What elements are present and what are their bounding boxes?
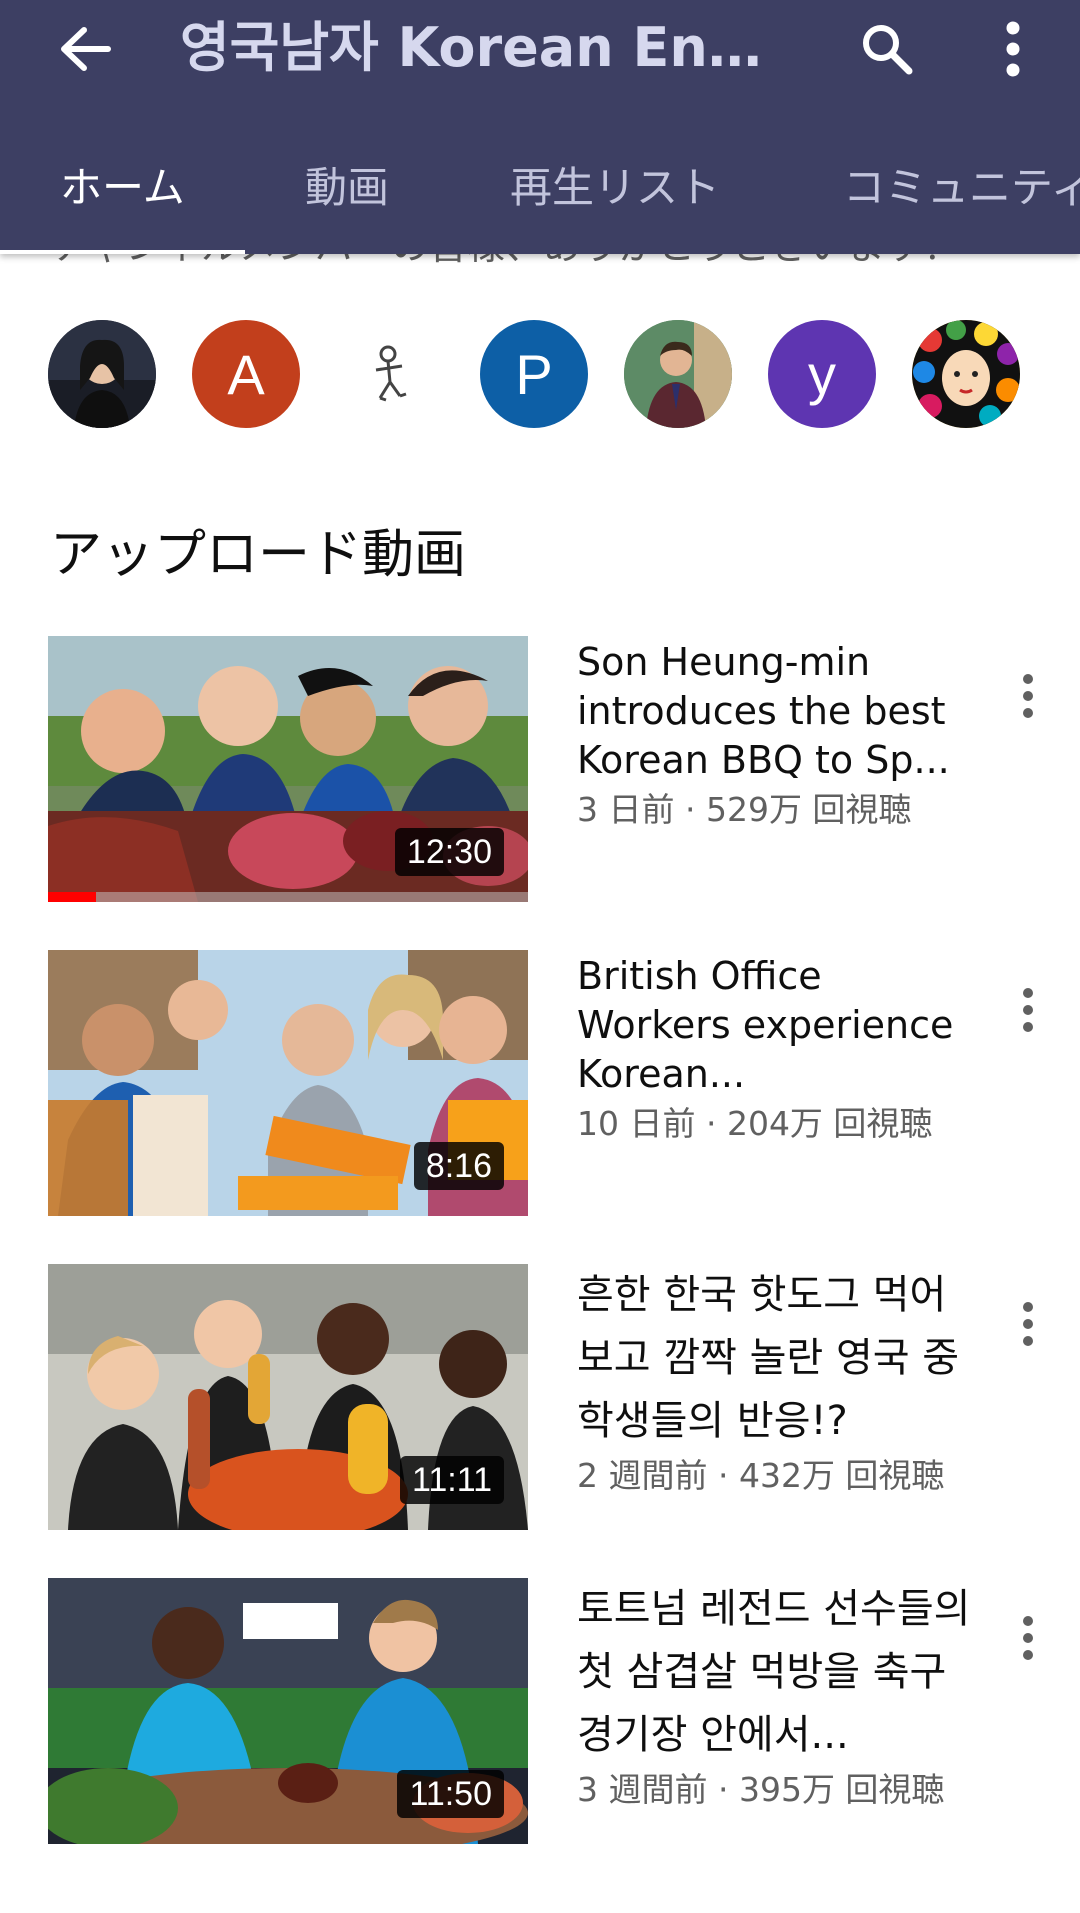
more-vert-icon: [1006, 21, 1020, 77]
video-title[interactable]: British Office Workers experience Korean…: [577, 952, 972, 1099]
watch-progress-track: [48, 892, 528, 902]
search-button[interactable]: [850, 12, 924, 86]
more-vert-icon: [1023, 1302, 1033, 1346]
video-thumbnail[interactable]: 11:11: [48, 1264, 528, 1530]
channel-app-bar: 영국남자 Korean Engli... ホーム 動画 再生リスト コミュニティ: [0, 0, 1080, 254]
more-options-button[interactable]: [978, 12, 1048, 86]
member-avatar[interactable]: y: [768, 320, 876, 428]
back-arrow-icon: [61, 27, 111, 71]
video-more-button[interactable]: [1000, 970, 1056, 1050]
member-avatar[interactable]: [336, 320, 444, 428]
uploads-section-title: アップロード動画: [50, 525, 467, 585]
video-meta: 3 日前 · 529万 回視聴: [577, 790, 912, 829]
avatar-letter: y: [808, 342, 836, 406]
video-duration: 8:16: [413, 1142, 504, 1190]
tab-videos[interactable]: 動画: [305, 158, 389, 218]
video-more-button[interactable]: [1000, 656, 1056, 736]
video-meta: 2 週間前 · 432万 回視聴: [577, 1456, 945, 1495]
more-vert-icon: [1023, 674, 1033, 718]
video-duration: 11:11: [399, 1456, 504, 1504]
video-duration: 11:50: [397, 1770, 504, 1818]
avatar-letter: A: [227, 342, 265, 406]
member-illustration: [912, 320, 1020, 428]
video-more-button[interactable]: [1000, 1598, 1056, 1678]
video-meta: 3 週間前 · 395万 回視聴: [577, 1770, 945, 1809]
avatar-letter: P: [515, 342, 553, 406]
back-button[interactable]: [50, 14, 120, 84]
video-item[interactable]: 8:16 British Office Workers experience K…: [0, 950, 1080, 1220]
video-item[interactable]: 11:11 흔한 한국 핫도그 먹어 보고 깜짝 놀란 영국 중학생들의 반응!…: [0, 1264, 1080, 1534]
video-thumbnail[interactable]: 11:50: [48, 1578, 528, 1844]
video-title[interactable]: 토트넘 레전드 선수들의 첫 삼겹살 먹방을 축구경기장 안에서...: [577, 1578, 972, 1767]
more-vert-icon: [1023, 1616, 1033, 1660]
video-title[interactable]: Son Heung-min introduces the best Korean…: [577, 638, 972, 785]
tab-community[interactable]: コミュニティ: [843, 158, 1080, 218]
video-meta: 10 日前 · 204万 回視聴: [577, 1104, 933, 1143]
member-avatar[interactable]: [912, 320, 1020, 428]
video-item[interactable]: 12:30 Son Heung-min introduces the best …: [0, 636, 1080, 906]
video-title[interactable]: 흔한 한국 핫도그 먹어 보고 깜짝 놀란 영국 중학생들의 반응!?: [577, 1264, 972, 1453]
sketch-figure-icon: [375, 345, 407, 402]
more-vert-icon: [1023, 988, 1033, 1032]
tab-home[interactable]: ホーム: [60, 158, 185, 218]
video-thumbnail[interactable]: 12:30: [48, 636, 528, 902]
video-more-button[interactable]: [1000, 1284, 1056, 1364]
member-photo: [48, 320, 156, 428]
channel-title: 영국남자 Korean Engli...: [180, 16, 800, 79]
active-tab-indicator: [0, 250, 245, 254]
member-avatars: A P y: [0, 320, 1080, 432]
watch-progress-bar: [48, 892, 96, 902]
top-toolbar: 영국남자 Korean Engli...: [0, 0, 1080, 100]
member-avatar[interactable]: [48, 320, 156, 428]
member-avatar[interactable]: P: [480, 320, 588, 428]
member-avatar[interactable]: A: [192, 320, 300, 428]
search-icon: [863, 25, 913, 75]
member-photo: [624, 320, 732, 428]
video-item[interactable]: 11:50 토트넘 레전드 선수들의 첫 삼겹살 먹방을 축구경기장 안에서..…: [0, 1578, 1080, 1848]
video-thumbnail[interactable]: 8:16: [48, 950, 528, 1216]
tab-playlists[interactable]: 再生リスト: [510, 158, 720, 218]
channel-tabs: ホーム 動画 再生リスト コミュニティ: [0, 138, 1080, 254]
member-avatar[interactable]: [624, 320, 732, 428]
video-duration: 12:30: [394, 828, 504, 876]
